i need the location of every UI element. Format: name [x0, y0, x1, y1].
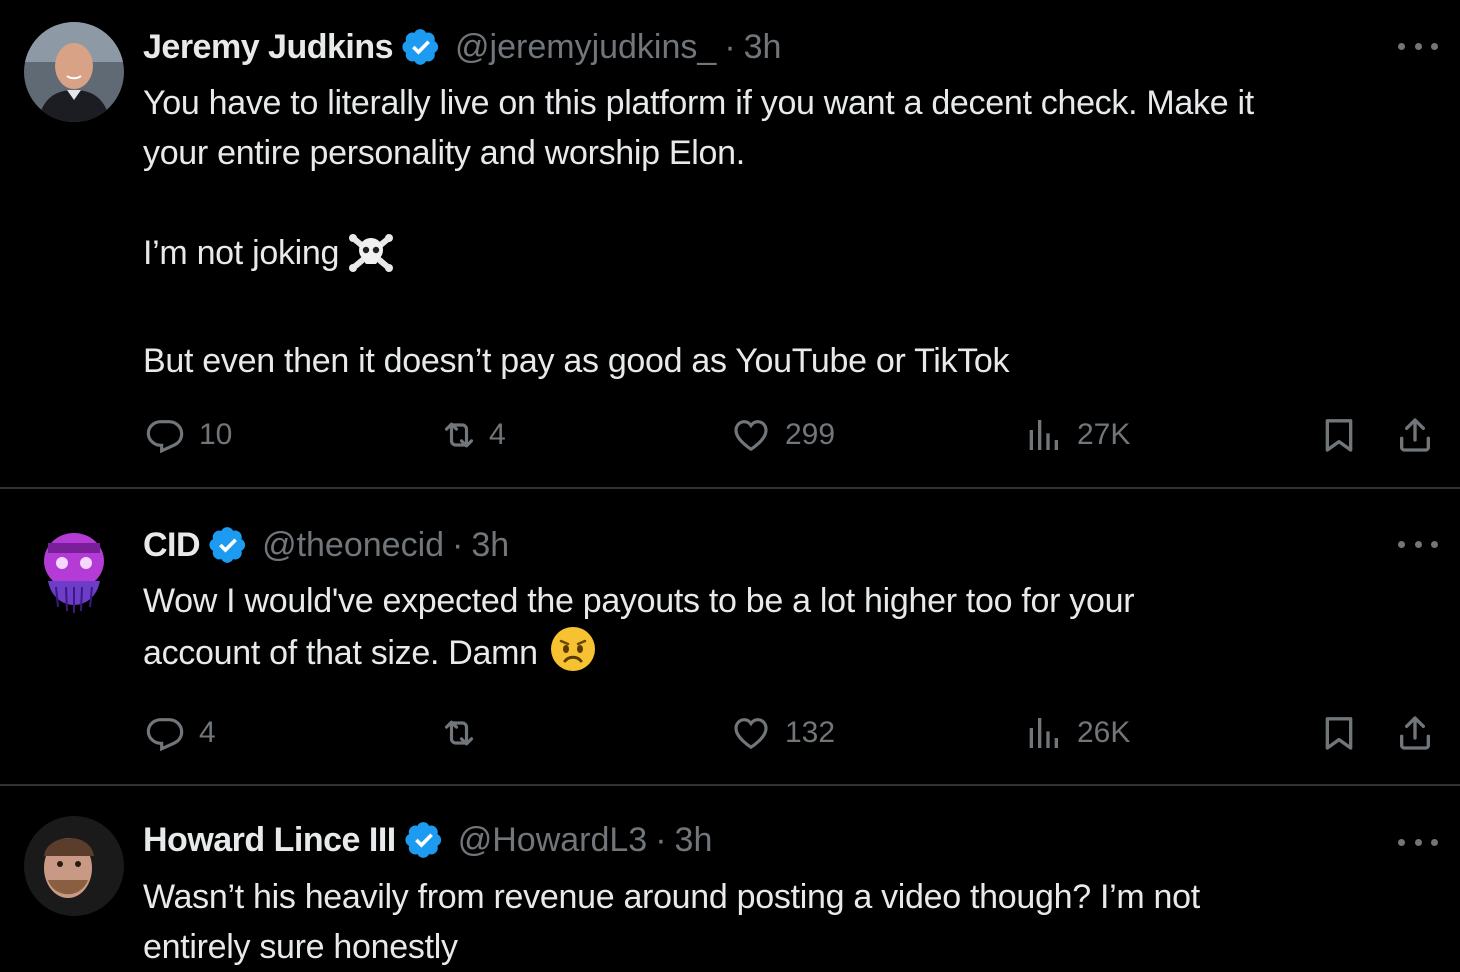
- tweet-text: Wasn’t his heavily from revenue around p…: [143, 872, 1443, 972]
- reply-count: 4: [199, 716, 216, 749]
- tweet-1[interactable]: Jeremy Judkins @jeremyjudkins_ · 3h You …: [0, 0, 1460, 488]
- text-line: Wasn’t his heavily from revenue around p…: [143, 878, 1200, 916]
- text-line: account of that size. Damn: [143, 634, 538, 672]
- repost-icon: [435, 415, 483, 455]
- views-icon: [1023, 415, 1063, 455]
- repost-count: 4: [489, 418, 506, 451]
- tweet-header: Howard Lince III @HowardL3 · 3h: [143, 815, 712, 865]
- text-line: your entire personality and worship Elon…: [143, 134, 745, 172]
- views-button[interactable]: 27K: [1023, 412, 1130, 458]
- text-line: You have to literally live on this platf…: [143, 84, 1254, 122]
- bookmark-icon: [1319, 713, 1359, 753]
- separator: ·: [655, 820, 667, 859]
- share-button[interactable]: [1395, 710, 1435, 756]
- reply-count: 10: [199, 418, 233, 451]
- reply-button[interactable]: 10: [145, 412, 232, 458]
- like-button[interactable]: 132: [731, 710, 835, 756]
- verified-icon: [404, 820, 444, 860]
- repost-button[interactable]: 4: [435, 412, 506, 458]
- share-icon: [1395, 415, 1435, 455]
- views-count: 26K: [1077, 716, 1131, 749]
- heart-icon: [731, 713, 771, 753]
- action-bar: 4 132 26K: [143, 710, 1443, 756]
- views-count: 27K: [1077, 418, 1131, 451]
- more-options-icon[interactable]: [1398, 534, 1438, 554]
- more-options-icon[interactable]: [1398, 36, 1438, 56]
- tweet-text: You have to literally live on this platf…: [143, 78, 1443, 386]
- bookmark-button[interactable]: [1319, 412, 1359, 458]
- repost-button[interactable]: [435, 710, 493, 756]
- action-bar: 10 4 299 27K: [143, 412, 1443, 458]
- views-button[interactable]: 26K: [1023, 710, 1130, 756]
- tweet-header: CID @theonecid · 3h: [143, 520, 509, 570]
- text-line: But even then it doesn’t pay as good as …: [143, 342, 1010, 380]
- tweet-3[interactable]: Howard Lince III @HowardL3 · 3h Wasn’t h…: [0, 786, 1460, 972]
- like-count: 132: [785, 716, 836, 749]
- like-button[interactable]: 299: [731, 412, 835, 458]
- avatar[interactable]: [24, 521, 124, 621]
- text-line: Wow I would've expected the payouts to b…: [143, 582, 1135, 620]
- reply-icon: [145, 713, 185, 753]
- separator: ·: [724, 27, 736, 66]
- bookmark-icon: [1319, 415, 1359, 455]
- tweet-header: Jeremy Judkins @jeremyjudkins_ · 3h: [143, 22, 781, 72]
- text-line: I’m not joking: [143, 228, 1443, 286]
- reply-button[interactable]: 4: [145, 710, 216, 756]
- separator: ·: [452, 525, 464, 564]
- author-name[interactable]: Jeremy Judkins: [143, 28, 394, 67]
- repost-icon: [435, 713, 483, 753]
- share-button[interactable]: [1395, 412, 1435, 458]
- author-name[interactable]: Howard Lince III: [143, 821, 396, 860]
- avatar[interactable]: [24, 22, 124, 122]
- author-handle[interactable]: @jeremyjudkins_: [455, 28, 716, 67]
- author-handle[interactable]: @HowardL3: [458, 821, 648, 860]
- timestamp[interactable]: 3h: [675, 821, 713, 860]
- author-handle[interactable]: @theonecid: [262, 526, 444, 565]
- text-line: account of that size. Damn: [143, 626, 1443, 686]
- tweet-2[interactable]: CID @theonecid · 3h Wow I would've expec…: [0, 489, 1460, 785]
- tweet-text: Wow I would've expected the payouts to b…: [143, 576, 1443, 686]
- avatar[interactable]: [24, 816, 124, 916]
- worried-face-icon: [550, 626, 596, 686]
- text-line: I’m not joking: [143, 234, 340, 272]
- verified-icon: [401, 27, 441, 67]
- timestamp[interactable]: 3h: [471, 526, 509, 565]
- author-name[interactable]: CID: [143, 526, 201, 565]
- share-icon: [1395, 713, 1435, 753]
- bookmark-button[interactable]: [1319, 710, 1359, 756]
- verified-icon: [208, 525, 248, 565]
- more-options-icon[interactable]: [1398, 832, 1438, 852]
- heart-icon: [731, 415, 771, 455]
- text-line: entirely sure honestly: [143, 928, 458, 966]
- skull-crossbones-icon: [347, 232, 395, 286]
- like-count: 299: [785, 418, 836, 451]
- reply-icon: [145, 415, 185, 455]
- views-icon: [1023, 713, 1063, 753]
- timestamp[interactable]: 3h: [744, 28, 782, 67]
